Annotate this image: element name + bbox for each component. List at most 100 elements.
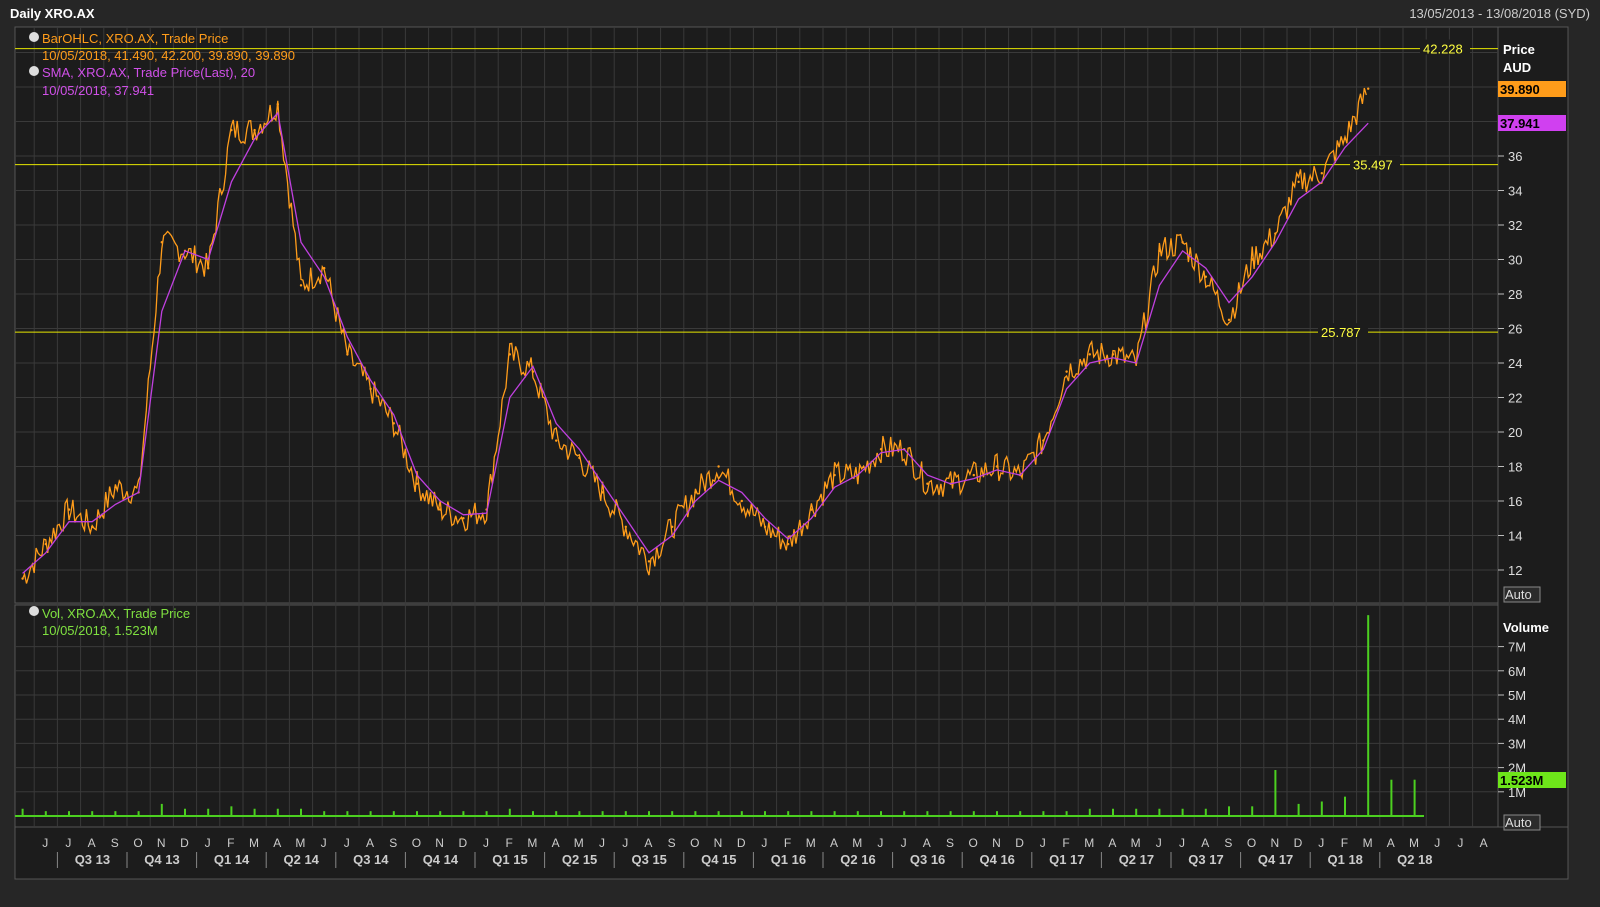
price-tick-label: 14 — [1508, 529, 1522, 544]
price-point — [1251, 258, 1254, 261]
volume-bar — [996, 811, 998, 816]
month-tick-label: M — [527, 836, 537, 850]
price-point — [810, 508, 813, 511]
month-tick-label: O — [1247, 836, 1256, 850]
month-tick-label: D — [458, 836, 467, 850]
month-tick-label: M — [1084, 836, 1094, 850]
month-tick-label: A — [366, 836, 374, 850]
month-tick-label: A — [644, 836, 652, 850]
volume-bar — [485, 811, 488, 816]
price-point — [67, 508, 71, 511]
price-point — [1111, 353, 1115, 356]
quarter-tick-label: Q4 15 — [701, 852, 736, 867]
month-tick-label: J — [1040, 836, 1046, 850]
quarter-tick-label: Q4 16 — [979, 852, 1014, 867]
volume-bar — [91, 811, 94, 816]
month-tick-label: A — [923, 836, 931, 850]
volume-bar — [137, 811, 140, 816]
volume-bar — [949, 811, 952, 816]
date-range: 13/05/2013 - 13/08/2018 (SYD) — [1409, 6, 1590, 21]
volume-bar — [1320, 801, 1323, 816]
month-tick-label: J — [1457, 836, 1463, 850]
price-point — [21, 577, 24, 580]
volume-bar — [1251, 806, 1254, 816]
month-tick-label: M — [249, 836, 259, 850]
price-point — [230, 128, 233, 132]
quarter-tick-label: Q3 13 — [75, 852, 110, 867]
volume-bar — [555, 811, 558, 816]
month-tick-label: F — [1062, 836, 1069, 850]
quarter-tick-label: Q4 17 — [1258, 852, 1293, 867]
month-tick-label: J — [42, 836, 48, 850]
price-tag-text: 39.890 — [1500, 82, 1540, 97]
price-point — [253, 128, 256, 132]
price-point — [439, 508, 442, 511]
volume-bar — [416, 811, 418, 816]
volume-bar — [184, 808, 186, 816]
month-tick-label: M — [1363, 836, 1373, 850]
month-tick-label: O — [412, 836, 421, 850]
volume-bar — [207, 808, 210, 816]
month-tick-label: J — [877, 836, 883, 850]
volume-bar — [230, 806, 233, 816]
quarter-tick-label: Q2 14 — [283, 852, 319, 867]
price-point — [578, 456, 581, 460]
price-point — [91, 525, 94, 529]
quarter-tick-label: Q3 16 — [910, 852, 945, 867]
chart-title: Daily XRO.AX — [10, 6, 95, 21]
month-tick-label: N — [1270, 836, 1279, 850]
month-tick-label: N — [157, 836, 166, 850]
price-point — [972, 473, 975, 477]
volume-bar — [68, 811, 70, 816]
month-tick-label: D — [180, 836, 189, 850]
price-point — [717, 465, 720, 468]
month-tick-label: S — [668, 836, 676, 850]
price-point — [624, 525, 627, 529]
volume-bar — [740, 811, 743, 816]
volume-bar — [1181, 808, 1184, 816]
price-point — [740, 499, 743, 503]
month-tick-label: M — [295, 836, 305, 850]
volume-bar — [1088, 808, 1091, 816]
month-tick-label: M — [806, 836, 816, 850]
volume-tick-label: 4M — [1508, 712, 1526, 727]
quarter-tick-label: Q1 14 — [214, 852, 250, 867]
price-tick-label: 22 — [1508, 391, 1522, 406]
volume-bar — [1204, 808, 1207, 816]
month-tick-label: J — [622, 836, 628, 850]
month-tick-label: M — [852, 836, 862, 850]
price-point — [1227, 318, 1231, 322]
ohlc-legend-values: 10/05/2018, 41.490, 42.200, 39.890, 39.8… — [42, 48, 295, 63]
price-point — [160, 241, 163, 244]
ohlc-toggle-icon[interactable] — [29, 32, 39, 42]
quarter-tick-label: Q1 17 — [1049, 852, 1084, 867]
volume-bar — [323, 811, 326, 816]
volume-bar — [648, 811, 650, 816]
chart-canvas[interactable]: Daily XRO.AX 13/05/2013 - 13/08/2018 (SY… — [0, 0, 1600, 907]
price-point — [346, 353, 349, 356]
level-label: 35.497 — [1353, 158, 1393, 173]
sma-toggle-icon[interactable] — [29, 66, 39, 76]
volume-bar — [160, 803, 163, 816]
price-point — [694, 491, 697, 494]
price-tick-label: 34 — [1508, 184, 1522, 199]
level-label: 42.228 — [1423, 42, 1463, 57]
price-point — [531, 370, 535, 373]
volume-bar — [1390, 779, 1393, 816]
month-tick-label: N — [714, 836, 723, 850]
price-panel[interactable] — [14, 26, 1499, 604]
price-axis-title: Price — [1503, 42, 1535, 57]
month-tick-label: J — [761, 836, 767, 850]
volume-legend-values: 10/05/2018, 1.523M — [42, 623, 158, 638]
volume-bar — [1019, 811, 1022, 816]
month-tick-label: J — [321, 836, 327, 850]
volume-bar — [1367, 615, 1370, 816]
volume-toggle-icon[interactable] — [29, 606, 39, 616]
quarter-tick-label: Q2 18 — [1397, 852, 1432, 867]
price-point — [833, 473, 836, 477]
volume-bar — [21, 808, 24, 816]
price-point — [44, 542, 47, 546]
price-tick-label: 16 — [1508, 494, 1522, 509]
month-tick-label: D — [737, 836, 746, 850]
month-tick-label: A — [1201, 836, 1209, 850]
